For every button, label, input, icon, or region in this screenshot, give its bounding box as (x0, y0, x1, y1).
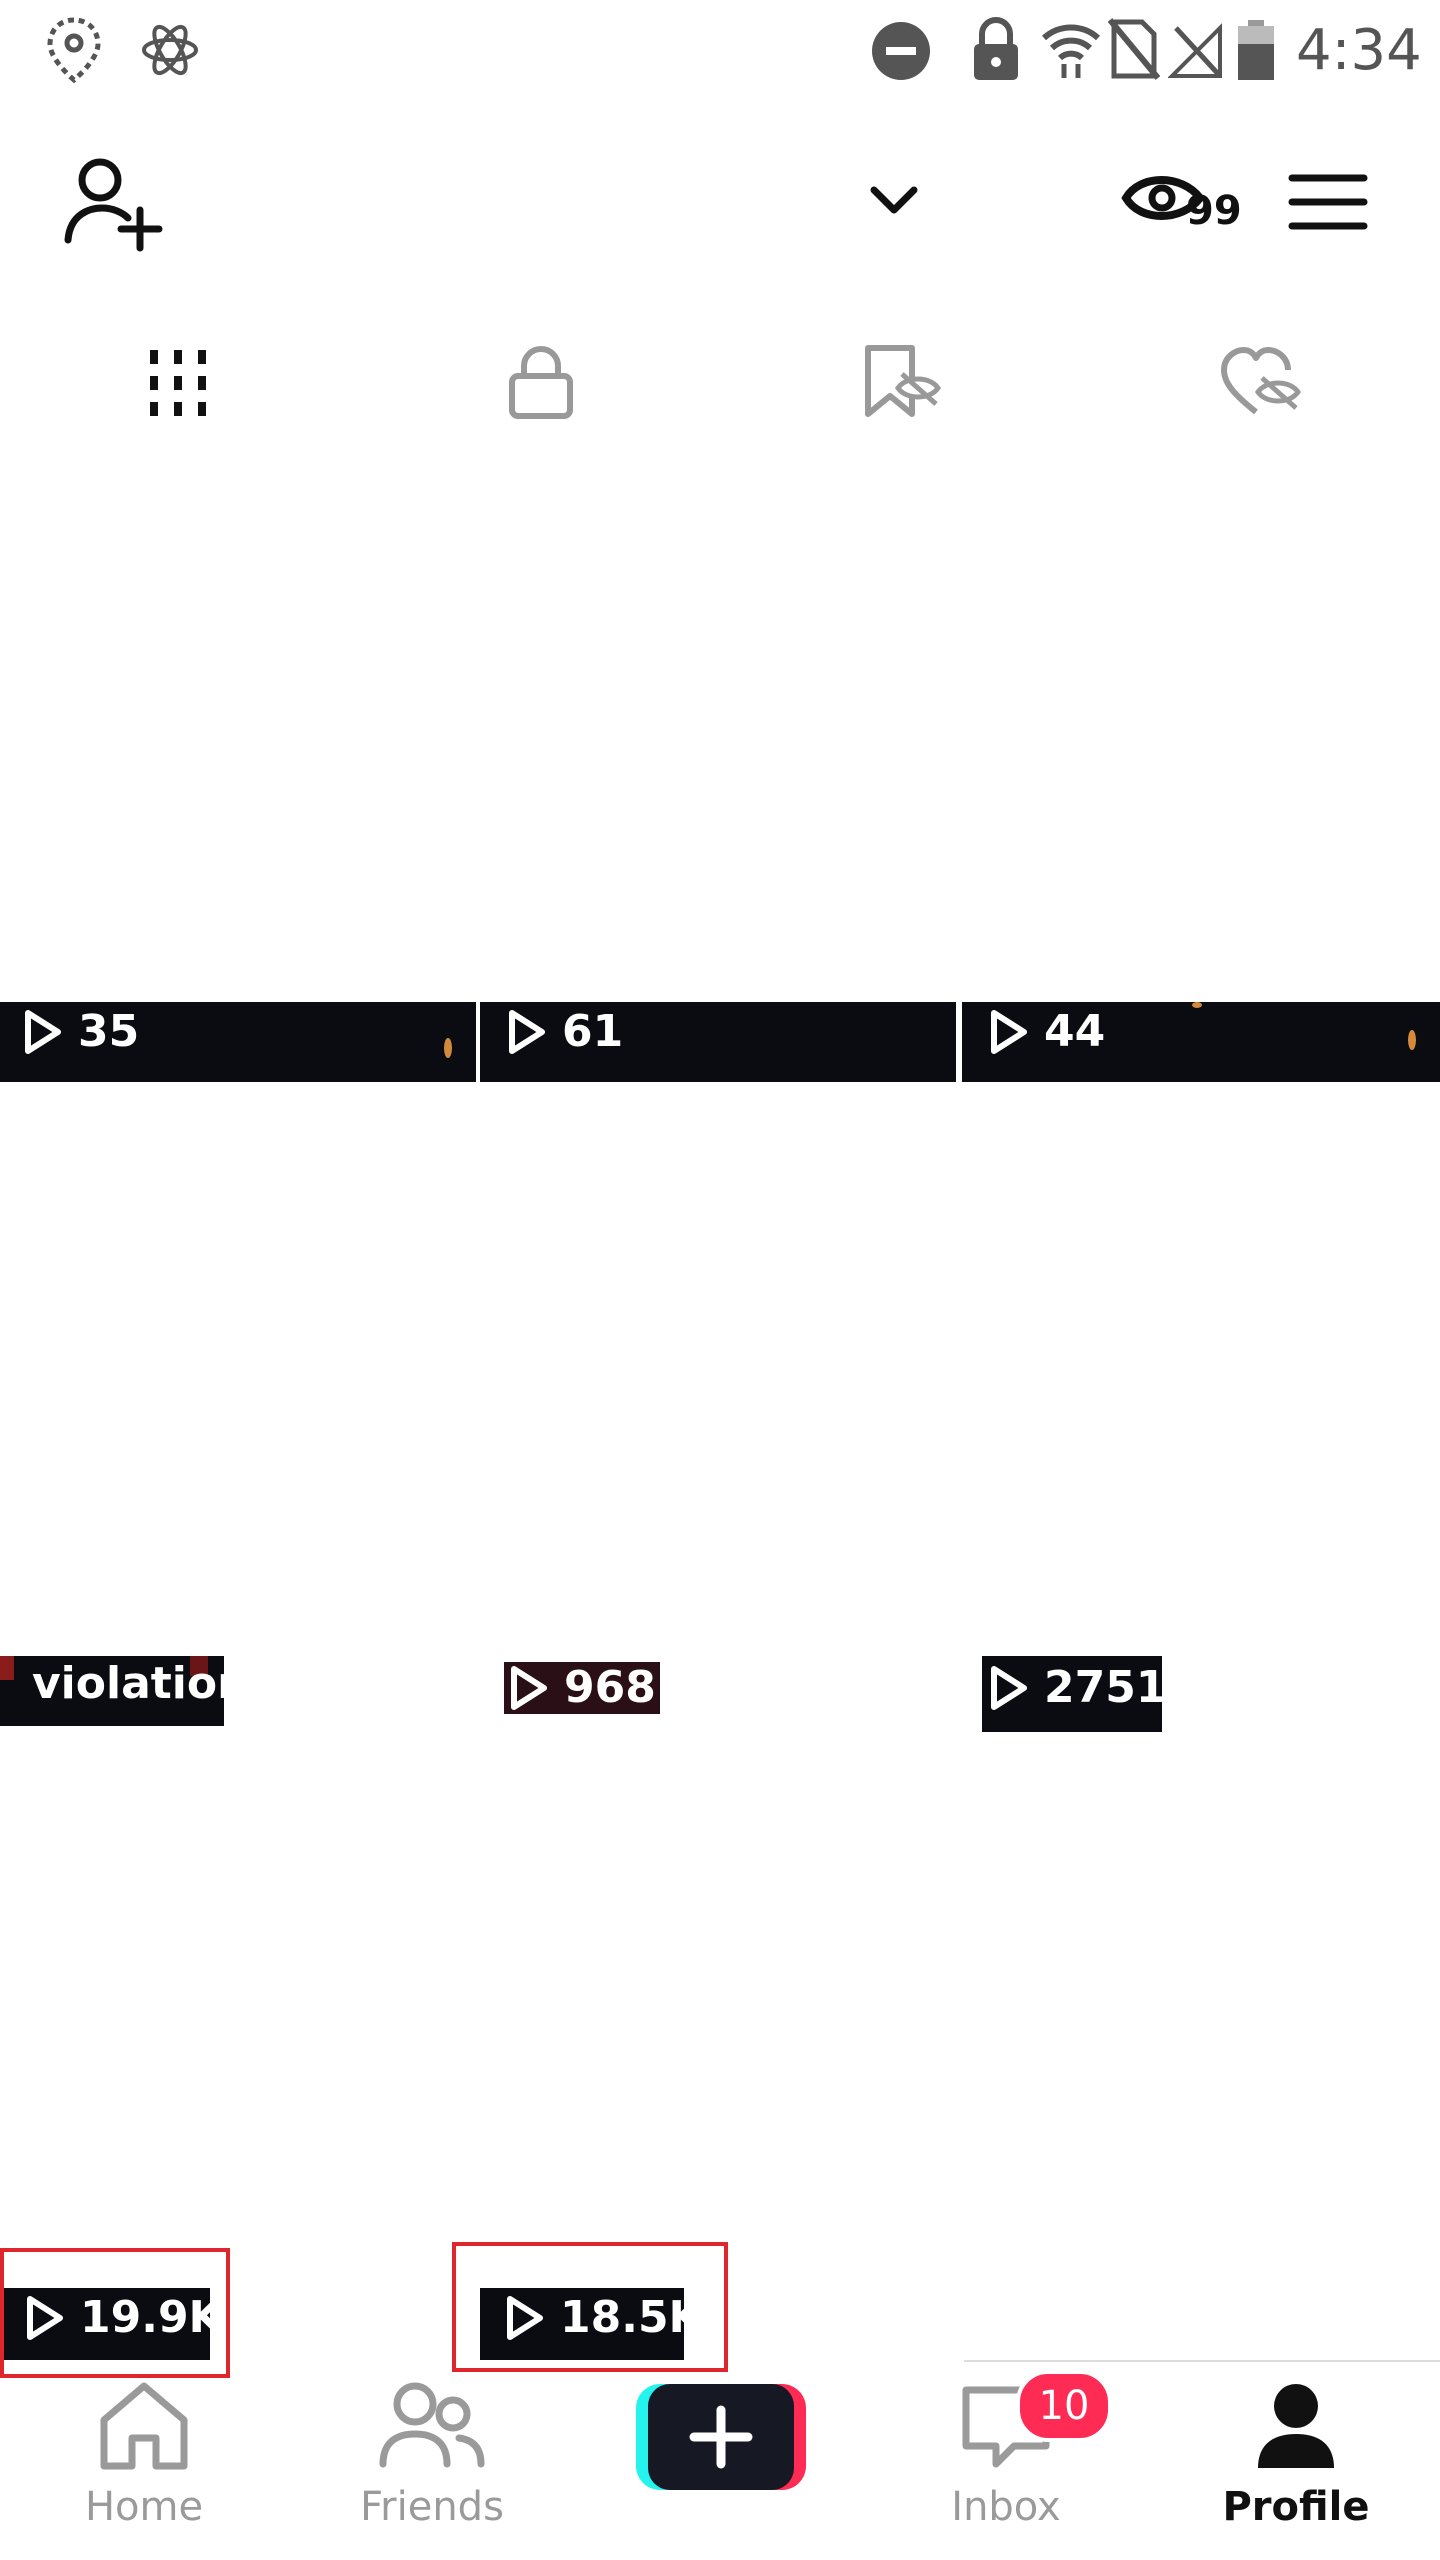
profile-icon (1258, 2384, 1334, 2468)
nav-friends[interactable]: Friends (332, 2380, 532, 2530)
dnd-icon (870, 20, 932, 86)
highlight-box (0, 2248, 230, 2378)
sparkle (444, 1038, 452, 1058)
lock-icon (972, 16, 1020, 86)
view-count-value: 2751 (1044, 1662, 1167, 1713)
view-count: 35 (22, 1006, 139, 1057)
tab-videos[interactable] (0, 300, 360, 470)
atom-icon (140, 20, 200, 84)
tab-liked[interactable] (1080, 300, 1440, 470)
violation-label: violation (32, 1658, 249, 1709)
heart-hidden-icon (1220, 346, 1304, 424)
tab-saved[interactable] (720, 300, 1080, 470)
video-tile[interactable]: 35 (0, 470, 476, 1082)
nav-divider (964, 2360, 1440, 2362)
chevron-down-icon[interactable] (868, 182, 920, 222)
nav-home-label: Home (84, 2484, 204, 2530)
play-icon (991, 1009, 1027, 1054)
video-tile[interactable]: 968 (480, 1090, 956, 1720)
play-icon (25, 1009, 61, 1054)
highlight-box (452, 2242, 728, 2372)
view-count-value: 44 (1044, 1006, 1106, 1057)
nav-inbox-label: Inbox (951, 2484, 1061, 2530)
view-count-value: 968 (564, 1662, 656, 1713)
video-tile[interactable]: 19.9K (0, 1726, 476, 2360)
add-friend-icon[interactable] (60, 152, 164, 256)
view-count: 44 (988, 1006, 1105, 1057)
inbox-badge: 10 (1016, 2370, 1112, 2442)
no-sim-icon (1107, 18, 1161, 84)
red-fragment (0, 1656, 14, 1680)
nav-friends-label: Friends (360, 2484, 504, 2530)
view-count: 2751 (988, 1662, 1166, 1713)
bookmark-hidden-icon (860, 344, 944, 424)
view-count: 61 (506, 1006, 623, 1057)
menu-icon[interactable] (1288, 170, 1368, 238)
video-tile[interactable]: 18.5K (480, 1726, 956, 2360)
battery-icon (1236, 18, 1276, 86)
nav-profile-label: Profile (1222, 2484, 1370, 2530)
home-icon (100, 2382, 188, 2470)
sparkle (1408, 1030, 1416, 1050)
profile-tabs (0, 300, 1440, 470)
view-count-value: 61 (562, 1006, 624, 1057)
top-bar: 99 (0, 130, 1440, 280)
lock-icon (506, 344, 576, 424)
profile-views-badge: 99 (1186, 188, 1242, 234)
video-grid: 35 61 44 violation 968 2751 19.9K 18.5K (0, 470, 1440, 2378)
create-button[interactable] (636, 2384, 806, 2494)
play-icon (991, 1665, 1027, 1710)
status-bar: 4:34 (0, 0, 1440, 110)
grid-icon (146, 348, 210, 422)
nav-profile[interactable]: Profile (1196, 2380, 1396, 2530)
play-icon (509, 1009, 545, 1054)
video-tile[interactable]: 2751 (962, 1090, 1440, 1732)
view-count: 968 (508, 1662, 656, 1713)
wifi-icon (1040, 18, 1102, 84)
no-signal-icon (1167, 20, 1224, 84)
play-icon (511, 1665, 547, 1710)
video-tile[interactable]: 44 (962, 470, 1440, 1082)
plus-icon (689, 2405, 753, 2469)
status-time: 4:34 (1296, 18, 1422, 83)
video-tile[interactable]: violation (0, 1090, 476, 1730)
view-count-value: 35 (78, 1006, 140, 1057)
friends-icon (379, 2382, 485, 2468)
sparkle (1192, 1002, 1202, 1008)
nav-home[interactable]: Home (44, 2380, 244, 2530)
tab-private[interactable] (360, 300, 720, 470)
location-icon (44, 16, 104, 90)
video-tile[interactable]: 61 (480, 470, 956, 1082)
